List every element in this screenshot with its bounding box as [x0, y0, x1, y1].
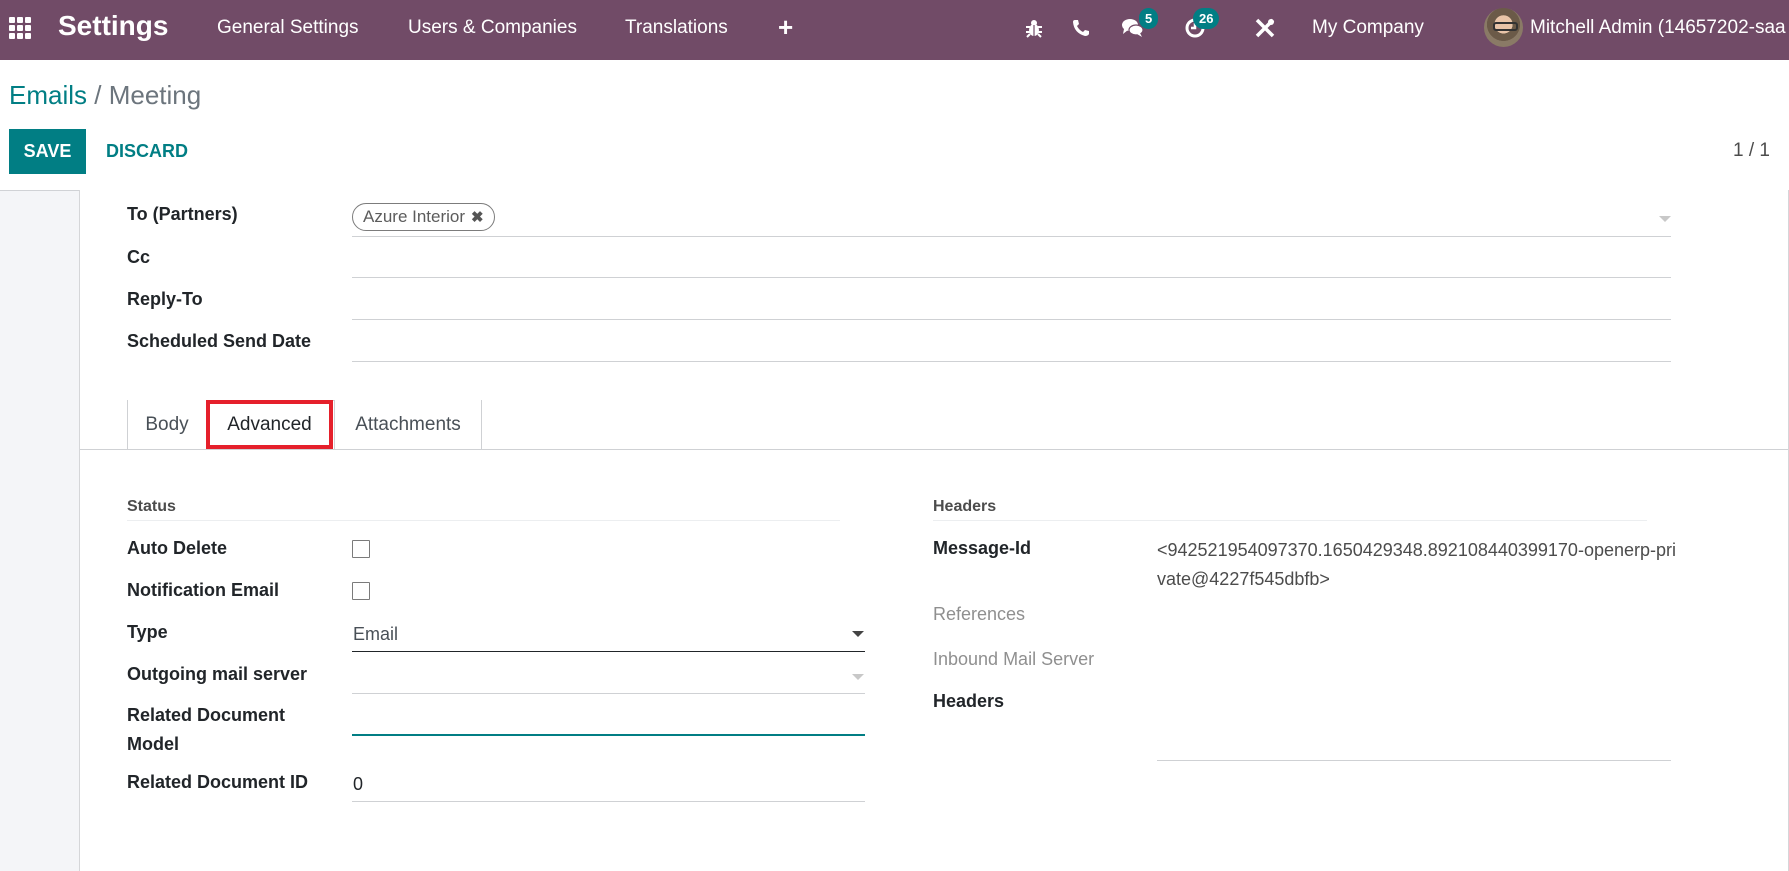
- partner-tag: Azure Interior ✖: [352, 203, 495, 231]
- related-document-id-value[interactable]: 0: [353, 774, 363, 795]
- related-document-id-label: Related Document ID: [127, 772, 309, 792]
- auto-delete-checkbox[interactable]: [352, 540, 370, 558]
- message-id-label: Message-Id: [933, 538, 1032, 558]
- notification-email-label: Notification Email: [127, 580, 280, 600]
- scheduled-send-date-label: Scheduled Send Date: [127, 331, 312, 351]
- tab-body[interactable]: Body: [128, 400, 206, 449]
- headers-group-separator: [933, 520, 1647, 521]
- pager-value[interactable]: 1 / 1: [1733, 140, 1770, 162]
- type-dropdown-icon[interactable]: [852, 631, 864, 637]
- tab-attachments[interactable]: Attachments: [334, 400, 481, 449]
- to-partners-label: To (Partners): [127, 204, 238, 224]
- notification-email-checkbox[interactable]: [352, 582, 370, 600]
- to-partners-dropdown-icon[interactable]: [1659, 216, 1671, 222]
- headers-textarea[interactable]: [1157, 760, 1671, 761]
- breadcrumb-separator: /: [94, 80, 102, 110]
- auto-delete-label: Auto Delete: [127, 538, 228, 558]
- menu-general-settings[interactable]: General Settings: [217, 17, 359, 39]
- partner-tag-name: Azure Interior: [363, 207, 466, 226]
- save-button[interactable]: SAVE: [9, 129, 86, 174]
- cc-input[interactable]: [352, 277, 1671, 278]
- breadcrumb-emails-link[interactable]: Emails: [9, 80, 87, 110]
- to-partners-input[interactable]: [352, 236, 1671, 237]
- inbound-mail-server-label: Inbound Mail Server: [933, 649, 1095, 669]
- close-icon[interactable]: ✖: [471, 208, 484, 226]
- messages-count-badge: 5: [1139, 8, 1159, 29]
- menu-translations[interactable]: Translations: [625, 17, 728, 39]
- type-select-value[interactable]: Email: [353, 624, 398, 645]
- related-document-model-label-line2: Model: [127, 734, 179, 754]
- related-document-model-input[interactable]: [352, 734, 865, 736]
- tools-icon[interactable]: [1252, 13, 1278, 43]
- related-document-model-label-line1: Related Document: [127, 705, 286, 725]
- activities-count-badge: 26: [1193, 8, 1220, 29]
- breadcrumb-current: Meeting: [108, 80, 202, 110]
- user-menu[interactable]: Mitchell Admin (14657202-saa: [1530, 17, 1786, 39]
- outgoing-mail-server-dropdown-icon[interactable]: [852, 674, 864, 680]
- reply-to-label: Reply-To: [127, 289, 203, 309]
- outgoing-mail-server-label: Outgoing mail server: [127, 664, 308, 684]
- company-switcher[interactable]: My Company: [1312, 17, 1424, 39]
- top-navbar: Settings General Settings Users & Compan…: [0, 0, 1789, 60]
- related-document-id-input[interactable]: [352, 801, 865, 802]
- discard-button[interactable]: DISCARD: [106, 129, 188, 174]
- plus-icon[interactable]: +: [778, 12, 793, 43]
- advanced-tab-highlight: [206, 400, 333, 449]
- app-menu-grid-icon[interactable]: [9, 17, 35, 39]
- reply-to-input[interactable]: [352, 319, 1671, 320]
- message-id-value: <942521954097370.1650429348.892108440399…: [1157, 540, 1676, 589]
- references-label: References: [933, 604, 1026, 624]
- headers-label: Headers: [933, 691, 1005, 711]
- scheduled-send-date-input[interactable]: [352, 361, 1671, 362]
- type-select[interactable]: [352, 651, 865, 652]
- cc-label: Cc: [127, 247, 151, 267]
- user-avatar[interactable]: [1484, 8, 1523, 47]
- status-group-title: Status: [127, 498, 176, 515]
- phone-icon[interactable]: [1068, 13, 1094, 43]
- type-label: Type: [127, 622, 168, 642]
- breadcrumb: Emails / Meeting: [9, 80, 201, 111]
- status-group-separator: [127, 520, 840, 521]
- outgoing-mail-server-input[interactable]: [352, 693, 865, 694]
- form-sheet: [79, 190, 1789, 871]
- headers-group-title: Headers: [933, 498, 997, 515]
- app-brand[interactable]: Settings: [58, 10, 168, 42]
- bug-icon[interactable]: [1021, 13, 1047, 43]
- menu-users-companies[interactable]: Users & Companies: [408, 17, 577, 39]
